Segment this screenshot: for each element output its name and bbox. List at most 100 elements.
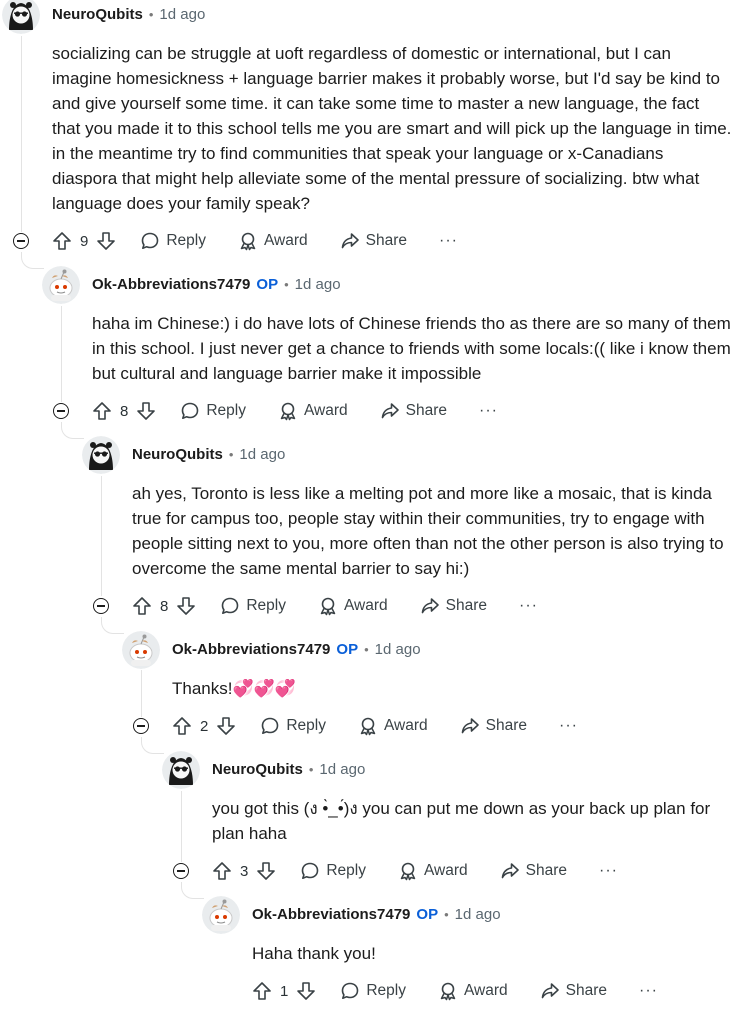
vote-controls: 3 xyxy=(212,861,276,881)
speech-bubble-icon xyxy=(140,231,160,251)
arrow-up-icon[interactable] xyxy=(52,231,72,251)
arrow-down-icon[interactable] xyxy=(136,401,156,421)
comment-actions: 9 Reply Award Share ··· xyxy=(52,226,458,256)
arrow-up-icon[interactable] xyxy=(132,596,152,616)
arrow-down-icon[interactable] xyxy=(96,231,116,251)
avatar[interactable] xyxy=(42,266,80,304)
speech-bubble-icon xyxy=(260,716,280,736)
comment-body: haha im Chinese:) i do have lots of Chin… xyxy=(92,314,731,383)
arrow-down-icon[interactable] xyxy=(216,716,236,736)
avatar[interactable] xyxy=(202,896,240,934)
author-name[interactable]: Ok-Abbreviations7479 xyxy=(252,906,410,923)
award-label: Award xyxy=(383,717,428,734)
share-button[interactable]: Share xyxy=(380,401,447,421)
share-label: Share xyxy=(405,402,448,419)
arrow-up-icon[interactable] xyxy=(92,401,112,421)
author-name[interactable]: NeuroQubits xyxy=(212,761,303,778)
vote-count: 8 xyxy=(120,402,129,420)
arrow-up-icon[interactable] xyxy=(172,716,192,736)
arrow-up-icon[interactable] xyxy=(212,861,232,881)
award-ribbon-icon xyxy=(278,401,298,421)
reply-button[interactable]: Reply xyxy=(260,716,326,736)
share-arrow-icon xyxy=(420,596,440,616)
more-options-button[interactable]: ··· xyxy=(479,402,498,420)
reply-label: Reply xyxy=(366,982,406,999)
more-options-button[interactable]: ··· xyxy=(559,717,578,735)
timestamp[interactable]: 1d ago xyxy=(239,446,285,463)
collapse-minus-icon[interactable] xyxy=(173,863,189,879)
comment-meta: NeuroQubits • 1d ago xyxy=(132,442,285,466)
timestamp[interactable]: 1d ago xyxy=(319,761,365,778)
separator-dot: • xyxy=(284,276,289,292)
op-badge: OP xyxy=(336,640,359,658)
share-label: Share xyxy=(525,862,568,879)
arrow-up-icon[interactable] xyxy=(252,981,272,1001)
comment-body: Haha thank you! xyxy=(252,944,376,963)
comment-meta: NeuroQubits • 1d ago xyxy=(52,2,205,26)
collapse-minus-icon[interactable] xyxy=(13,233,29,249)
arrow-down-icon[interactable] xyxy=(296,981,316,1001)
avatar[interactable] xyxy=(82,436,120,474)
share-label: Share xyxy=(565,982,608,999)
share-arrow-icon xyxy=(500,861,520,881)
collapse-minus-icon[interactable] xyxy=(93,598,109,614)
collapse-minus-icon[interactable] xyxy=(53,403,69,419)
thread-line xyxy=(181,882,204,899)
speech-bubble-icon xyxy=(300,861,320,881)
award-button[interactable]: Award xyxy=(238,231,308,251)
reply-button[interactable]: Reply xyxy=(340,981,406,1001)
arrow-down-icon[interactable] xyxy=(176,596,196,616)
reply-button[interactable]: Reply xyxy=(180,401,246,421)
share-button[interactable]: Share xyxy=(540,981,607,1001)
share-button[interactable]: Share xyxy=(420,596,487,616)
thread-line xyxy=(141,737,164,754)
award-button[interactable]: Award xyxy=(438,981,508,1001)
award-button[interactable]: Award xyxy=(398,861,468,881)
author-name[interactable]: NeuroQubits xyxy=(132,446,223,463)
author-name[interactable]: NeuroQubits xyxy=(52,6,143,23)
author-name[interactable]: Ok-Abbreviations7479 xyxy=(92,276,250,293)
op-badge: OP xyxy=(416,905,439,923)
share-button[interactable]: Share xyxy=(500,861,567,881)
vote-count: 1 xyxy=(280,982,289,1000)
separator-dot: • xyxy=(228,446,234,462)
reply-button[interactable]: Reply xyxy=(220,596,286,616)
comment-meta: NeuroQubits • 1d ago xyxy=(212,757,365,781)
arrow-down-icon[interactable] xyxy=(256,861,276,881)
award-button[interactable]: Award xyxy=(358,716,428,736)
author-name[interactable]: Ok-Abbreviations7479 xyxy=(172,641,330,658)
op-badge: OP xyxy=(256,275,279,293)
comment-body: Thanks!💞💞💞 xyxy=(172,679,296,698)
reply-label: Reply xyxy=(326,862,366,879)
share-button[interactable]: Share xyxy=(340,231,407,251)
vote-count: 3 xyxy=(240,862,249,880)
avatar[interactable] xyxy=(2,0,40,34)
more-options-button[interactable]: ··· xyxy=(519,597,538,615)
award-ribbon-icon xyxy=(358,716,378,736)
avatar[interactable] xyxy=(122,631,160,669)
comment-body: socializing can be struggle at uoft rega… xyxy=(52,44,732,213)
share-button[interactable]: Share xyxy=(460,716,527,736)
vote-count: 8 xyxy=(160,597,169,615)
timestamp[interactable]: 1d ago xyxy=(375,641,421,658)
thread-line xyxy=(21,36,22,232)
award-button[interactable]: Award xyxy=(318,596,388,616)
reply-label: Reply xyxy=(286,717,326,734)
comment-actions: 1 Reply Award Share ··· xyxy=(252,976,658,1006)
vote-controls: 1 xyxy=(252,981,316,1001)
timestamp[interactable]: 1d ago xyxy=(455,906,501,923)
collapse-minus-icon[interactable] xyxy=(133,718,149,734)
award-button[interactable]: Award xyxy=(278,401,348,421)
reply-button[interactable]: Reply xyxy=(140,231,206,251)
more-options-button[interactable]: ··· xyxy=(599,862,618,880)
thread-line xyxy=(181,791,182,862)
comment-body: ah yes, Toronto is less like a melting p… xyxy=(132,484,724,578)
avatar[interactable] xyxy=(162,751,200,789)
timestamp[interactable]: 1d ago xyxy=(159,6,205,23)
more-options-button[interactable]: ··· xyxy=(639,982,658,1000)
timestamp[interactable]: 1d ago xyxy=(295,276,341,293)
reply-button[interactable]: Reply xyxy=(300,861,366,881)
share-arrow-icon xyxy=(380,401,400,421)
more-options-button[interactable]: ··· xyxy=(439,232,458,250)
vote-controls: 2 xyxy=(172,716,236,736)
